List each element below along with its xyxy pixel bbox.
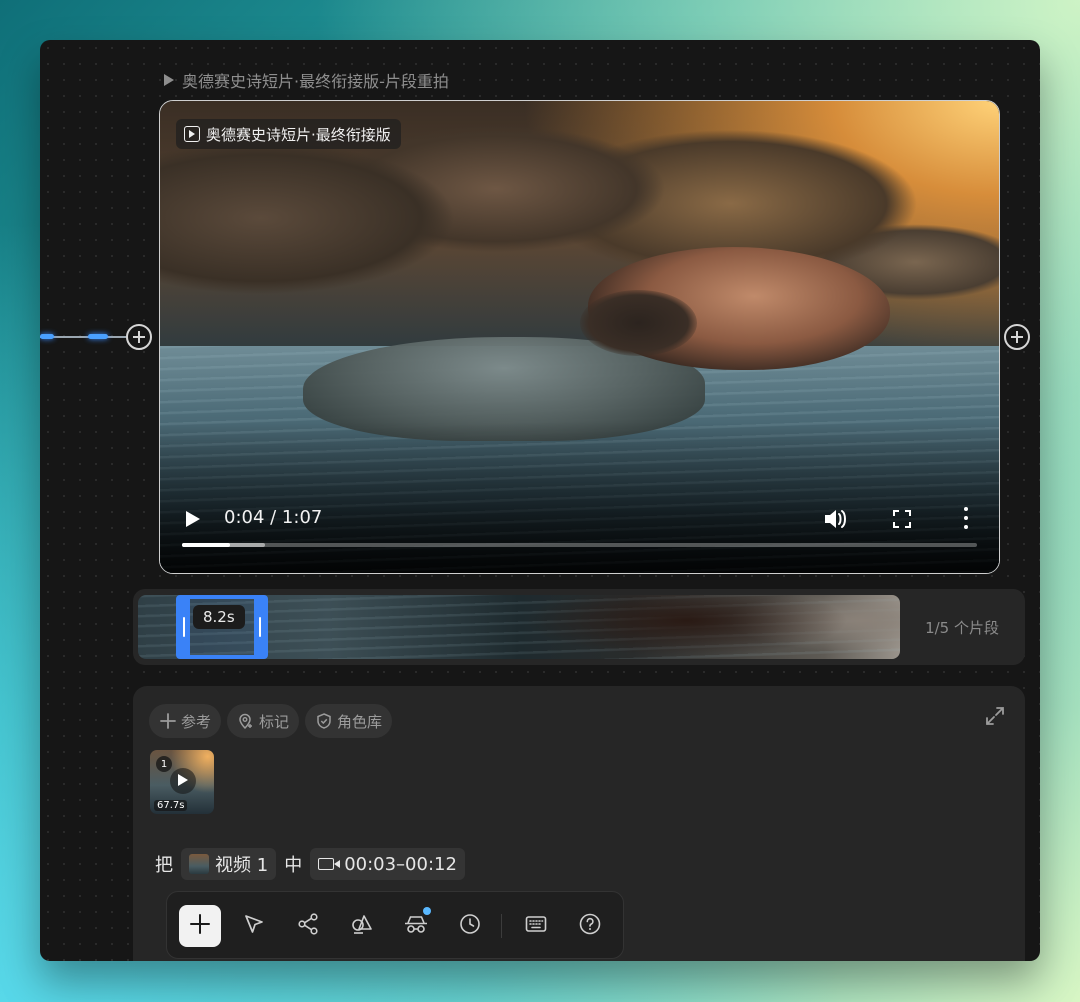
add-left-node-button[interactable]: [126, 324, 152, 350]
shape-tool-button[interactable]: [341, 905, 383, 947]
editor-window: 奥德赛史诗短片·最终衔接版-片段重拍 奥德赛史诗短片·最终衔接版 0:04 / …: [40, 40, 1040, 961]
notification-dot: [423, 907, 431, 915]
play-icon: [178, 774, 188, 786]
video-source-label: 奥德赛史诗短片·最终衔接版: [206, 125, 391, 144]
thumbnail-duration: 67.7s: [154, 800, 188, 811]
clock-icon: [458, 912, 482, 940]
camera-icon: [318, 858, 341, 870]
clip-trim-right-handle[interactable]: [254, 595, 268, 659]
play-icon[interactable]: [186, 511, 200, 527]
chip-label: 角色库: [337, 712, 383, 731]
help-icon: [578, 912, 602, 940]
prompt-middle: 中: [284, 855, 303, 876]
chip-label: 参考: [181, 712, 212, 731]
video-mini-thumbnail: [189, 854, 209, 874]
player-controls: 0:04 / 1:07: [160, 493, 999, 573]
pointer-icon: [243, 913, 265, 939]
progress-bar[interactable]: [182, 543, 977, 547]
tool-bar: [166, 891, 624, 959]
play-triangle-icon: [164, 74, 174, 86]
prompt-input[interactable]: 把 视频 1 中 00:03–00:12: [155, 848, 465, 880]
video-reference-chip[interactable]: 视频 1: [181, 848, 277, 880]
fullscreen-icon[interactable]: [893, 510, 911, 528]
breadcrumb[interactable]: 奥德赛史诗短片·最终衔接版-片段重拍: [164, 68, 449, 92]
prompt-panel: 参考 标记 角色库 1 67.7s 把 视频 1 中 00:03–00:12: [133, 686, 1025, 961]
breadcrumb-title: 奥德赛史诗短片·最终衔接版-片段重拍: [182, 72, 449, 91]
video-player[interactable]: 奥德赛史诗短片·最终衔接版 0:04 / 1:07: [159, 100, 1000, 574]
video-file-icon: [184, 126, 200, 142]
add-right-node-button[interactable]: [1004, 324, 1030, 350]
video-source-tag[interactable]: 奥德赛史诗短片·最终衔接版: [176, 119, 401, 149]
incognito-tool-button[interactable]: [395, 905, 437, 947]
connector-highlight: [40, 334, 54, 339]
toolbar-divider: [501, 914, 502, 938]
add-tool-button[interactable]: [179, 905, 221, 947]
map-pin-icon: [237, 712, 255, 730]
thumbnail-index: 1: [156, 756, 172, 772]
reference-chips: 参考 标记 角色库: [149, 704, 393, 738]
plus-icon: [159, 712, 177, 730]
volume-icon[interactable]: [823, 507, 849, 531]
add-reference-button[interactable]: 参考: [149, 704, 222, 738]
share-nodes-icon: [296, 912, 320, 940]
more-vertical-icon[interactable]: [963, 507, 969, 529]
chip-label: 标记: [259, 712, 290, 731]
clip-timeline[interactable]: 8.2s 1/5 个片段: [133, 589, 1025, 665]
connector-highlight: [88, 334, 108, 339]
character-library-button[interactable]: 角色库: [305, 704, 393, 738]
select-tool-button[interactable]: [233, 905, 275, 947]
video-reference-label: 视频 1: [215, 855, 269, 876]
time-range-label: 00:03–00:12: [344, 853, 457, 875]
node-tool-button[interactable]: [287, 905, 329, 947]
keyboard-icon: [524, 912, 548, 940]
shortcuts-button[interactable]: [515, 905, 557, 947]
time-range-chip[interactable]: 00:03–00:12: [310, 848, 465, 880]
add-icon: [188, 912, 212, 940]
clip-duration: 8.2s: [193, 605, 245, 629]
shield-icon: [315, 712, 333, 730]
expand-icon[interactable]: [985, 706, 1005, 726]
marker-button[interactable]: 标记: [227, 704, 300, 738]
clip-count: 1/5 个片段: [925, 619, 999, 637]
progress-played: [182, 543, 230, 547]
playback-time: 0:04 / 1:07: [224, 507, 323, 528]
history-tool-button[interactable]: [449, 905, 491, 947]
shapes-icon: [350, 912, 374, 940]
incognito-icon: [403, 912, 429, 940]
help-button[interactable]: [569, 905, 611, 947]
reference-video-thumbnail[interactable]: 1 67.7s: [150, 750, 214, 814]
prompt-prefix: 把: [155, 855, 173, 876]
